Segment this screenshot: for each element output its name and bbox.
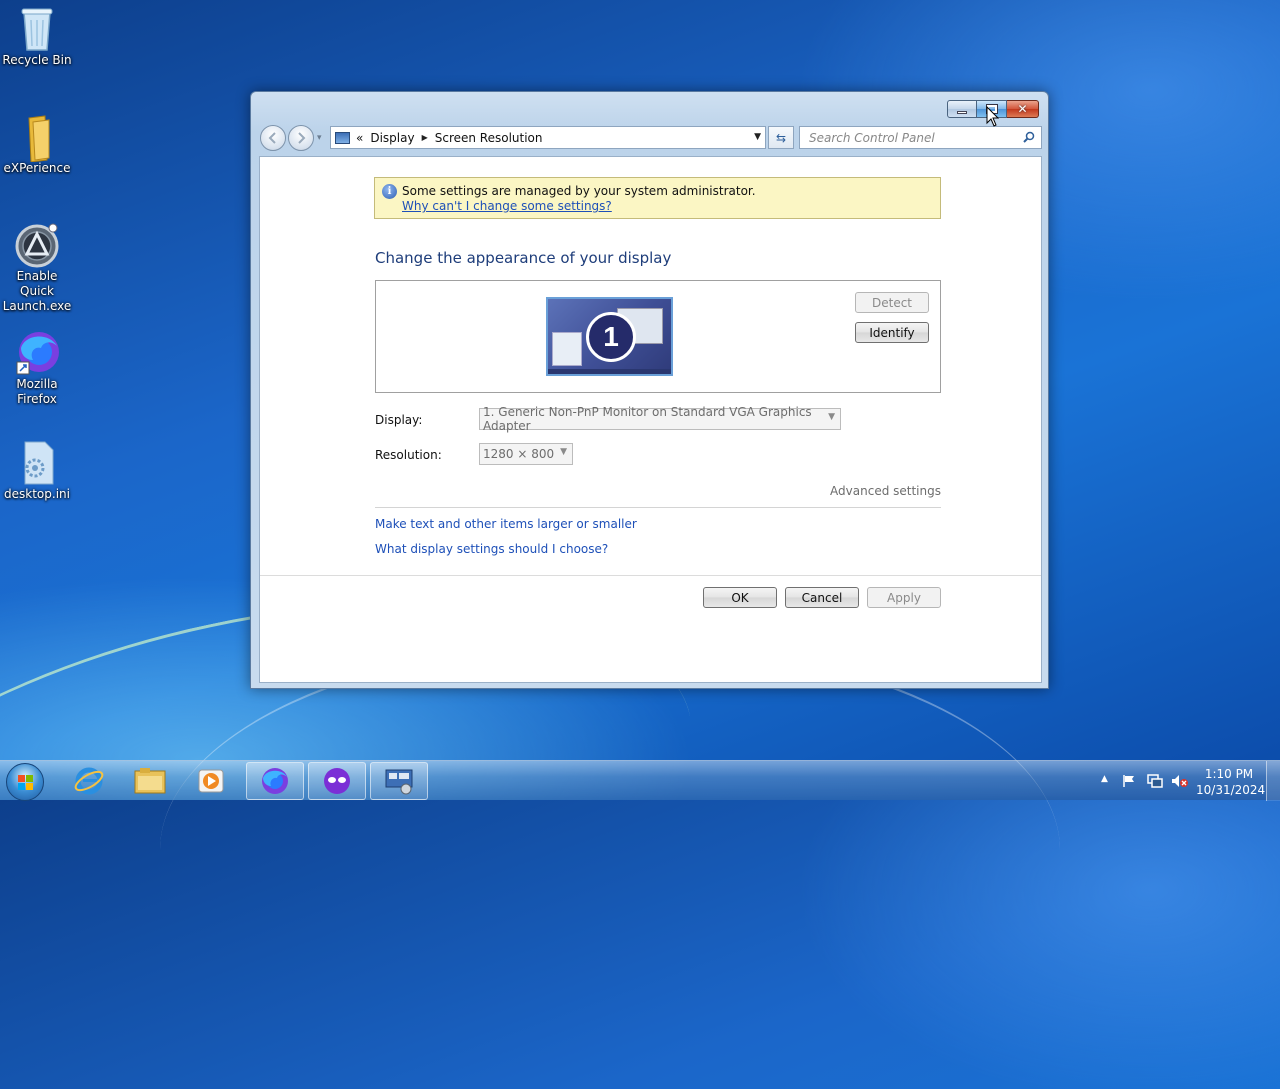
info-icon: i bbox=[382, 184, 397, 199]
taskbar: ▲ 1:10 PM 10/31/2024 bbox=[0, 760, 1280, 801]
close-icon: ✕ bbox=[1017, 102, 1028, 116]
network-icon[interactable] bbox=[1147, 773, 1163, 789]
media-player-icon bbox=[198, 769, 224, 793]
wallpaper-swoosh bbox=[160, 640, 1060, 1060]
cancel-button[interactable]: Cancel bbox=[785, 587, 859, 608]
taskbar-control-panel[interactable] bbox=[370, 762, 428, 800]
volume-muted-icon[interactable] bbox=[1171, 773, 1189, 789]
taskbar-internet-explorer[interactable] bbox=[60, 762, 118, 800]
firefox-icon bbox=[15, 330, 59, 375]
content-pane: i Some settings are managed by your syst… bbox=[259, 156, 1042, 683]
search-box bbox=[799, 126, 1042, 149]
desktop-icon-label: Enable Quick Launch.exe bbox=[2, 269, 72, 313]
display-label: Display: bbox=[375, 413, 423, 427]
resolution-label: Resolution: bbox=[375, 448, 442, 462]
why-cant-i-change-link[interactable]: Why can't I change some settings? bbox=[402, 199, 612, 213]
minimize-icon bbox=[957, 110, 967, 114]
folder-icon bbox=[15, 114, 59, 163]
close-button[interactable]: ✕ bbox=[1007, 100, 1039, 118]
forward-arrow-icon bbox=[298, 132, 306, 144]
apply-button[interactable]: Apply bbox=[867, 587, 941, 608]
desktop-icon-recycle-bin[interactable]: Recycle Bin bbox=[0, 6, 74, 68]
breadcrumb-screen-resolution[interactable]: Screen Resolution bbox=[435, 131, 543, 145]
action-center-flag-icon[interactable] bbox=[1122, 774, 1136, 788]
monitor-preview-taskbar bbox=[548, 369, 671, 374]
refresh-icon: ⇆ bbox=[775, 130, 787, 145]
resolution-select-value: 1280 × 800 bbox=[483, 447, 555, 461]
firefox-icon bbox=[262, 768, 288, 794]
mouse-cursor-icon bbox=[986, 106, 1000, 127]
chevron-down-icon: ▼ bbox=[560, 447, 567, 457]
taskbar-app[interactable] bbox=[308, 762, 366, 800]
show-desktop-button[interactable] bbox=[1266, 761, 1280, 801]
clock-time: 1:10 PM bbox=[1204, 767, 1254, 781]
monitor-arrangement-area: 1 Detect Identify bbox=[375, 280, 941, 393]
desktop-icon-enable-quick-launch[interactable]: Enable Quick Launch.exe bbox=[0, 222, 74, 314]
back-arrow-icon bbox=[268, 132, 276, 144]
breadcrumb-separator-icon[interactable]: ▶ bbox=[422, 133, 428, 142]
system-clock[interactable]: 1:10 PM 10/31/2024 bbox=[1196, 766, 1266, 798]
ok-button[interactable]: OK bbox=[703, 587, 777, 608]
start-button[interactable] bbox=[6, 763, 44, 801]
identify-button[interactable]: Identify bbox=[855, 322, 929, 343]
search-icon[interactable] bbox=[1023, 131, 1035, 143]
monitor-preview-window bbox=[552, 332, 582, 366]
desktop-icon-experience[interactable]: eXPerience bbox=[0, 114, 74, 176]
admin-info-bar: i Some settings are managed by your syst… bbox=[374, 177, 941, 219]
monitor-number: 1 bbox=[586, 312, 636, 362]
desktop-icon-label: Mozilla Firefox bbox=[16, 377, 58, 406]
desktop-icon-label: eXPerience bbox=[3, 161, 71, 175]
advanced-settings-link[interactable]: Advanced settings bbox=[830, 484, 941, 498]
refresh-button[interactable]: ⇆ bbox=[768, 126, 794, 149]
quick-launch-app-icon bbox=[15, 222, 59, 268]
forward-button[interactable] bbox=[288, 125, 314, 151]
breadcrumb-overflow[interactable]: « bbox=[356, 131, 363, 145]
clock-date: 10/31/2024 bbox=[1196, 783, 1266, 797]
app-mask-icon bbox=[324, 768, 350, 794]
minimize-button[interactable] bbox=[947, 100, 977, 118]
breadcrumb-display[interactable]: Display bbox=[370, 131, 414, 145]
display-select-value: 1. Generic Non-PnP Monitor on Standard V… bbox=[483, 405, 812, 433]
address-dropdown-icon[interactable]: ▼ bbox=[754, 132, 761, 142]
display-control-panel-icon bbox=[335, 131, 350, 144]
page-title: Change the appearance of your display bbox=[375, 249, 672, 267]
recycle-bin-icon bbox=[15, 6, 59, 51]
recent-pages-dropdown-icon[interactable]: ▾ bbox=[317, 133, 322, 143]
navigation-bar: ▾ « Display ▶ Screen Resolution ▼ ⇆ bbox=[260, 125, 1042, 151]
text-size-link[interactable]: Make text and other items larger or smal… bbox=[375, 517, 637, 531]
back-button[interactable] bbox=[260, 125, 286, 151]
display-settings-help-link[interactable]: What display settings should I choose? bbox=[375, 542, 608, 556]
monitor-1-tile[interactable]: 1 bbox=[546, 297, 673, 376]
desktop-icon-label: desktop.ini bbox=[4, 487, 70, 501]
divider bbox=[375, 507, 941, 508]
taskbar-file-explorer[interactable] bbox=[121, 762, 179, 800]
taskbar-media-player[interactable] bbox=[182, 762, 240, 800]
screen-resolution-window: ✕ ▾ « Display ▶ Screen Resolution ▼ ⇆ i bbox=[250, 91, 1049, 689]
admin-info-message: Some settings are managed by your system… bbox=[402, 184, 756, 198]
desktop-icon-desktop-ini[interactable]: desktop.ini bbox=[0, 440, 74, 502]
address-bar[interactable]: « Display ▶ Screen Resolution ▼ bbox=[330, 126, 766, 149]
display-settings-icon bbox=[385, 769, 413, 795]
search-input[interactable] bbox=[807, 129, 1007, 146]
show-hidden-icons-button[interactable]: ▲ bbox=[1101, 774, 1108, 784]
chevron-down-icon: ▼ bbox=[828, 412, 835, 422]
desktop-icon-firefox[interactable]: Mozilla Firefox bbox=[0, 330, 74, 407]
taskbar-firefox[interactable] bbox=[246, 762, 304, 800]
settings-file-icon bbox=[15, 440, 59, 485]
desktop-icon-label: Recycle Bin bbox=[2, 53, 72, 67]
windows-logo-icon bbox=[18, 775, 33, 790]
display-select[interactable]: 1. Generic Non-PnP Monitor on Standard V… bbox=[479, 405, 841, 433]
resolution-select[interactable]: 1280 × 800 ▼ bbox=[479, 443, 573, 465]
folder-icon bbox=[134, 768, 166, 794]
detect-button[interactable]: Detect bbox=[855, 292, 929, 313]
footer-divider bbox=[260, 575, 1041, 576]
internet-explorer-icon bbox=[74, 767, 104, 795]
